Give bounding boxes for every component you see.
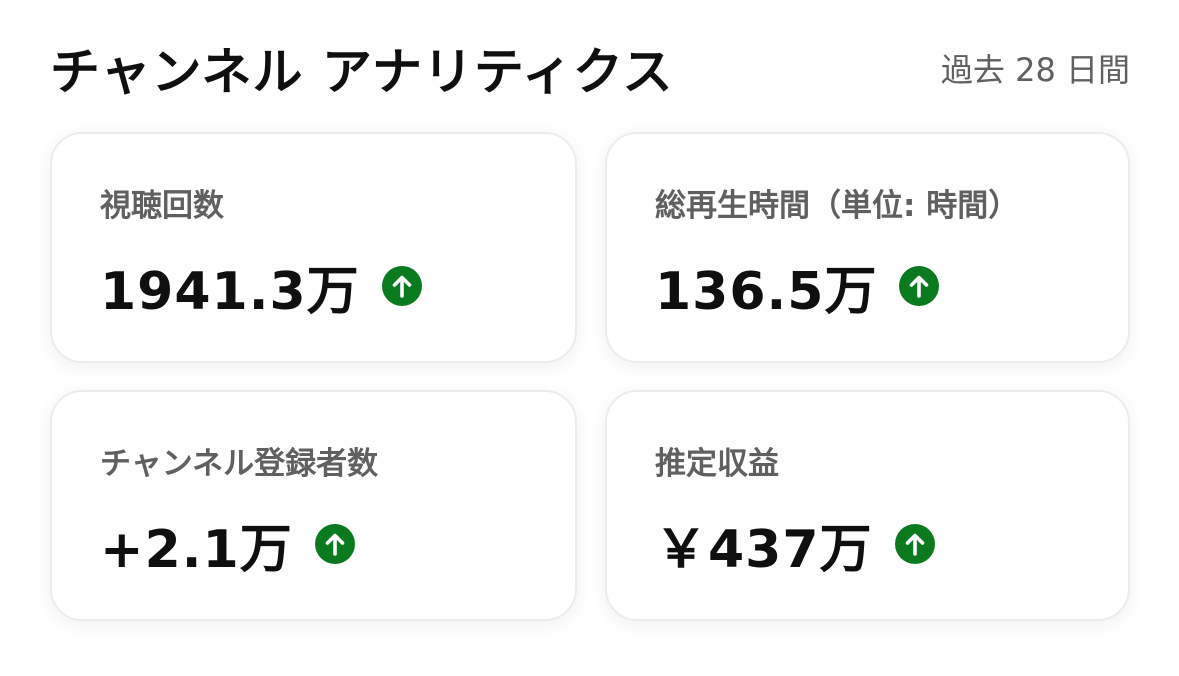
metrics-grid: 視聴回数 1941.3万 総再生時間（単位: 時間） 136.5万 チャンネル登…: [50, 132, 1130, 621]
metric-value-row: ￥437万: [655, 514, 1080, 580]
arrow-up-circle-icon: [899, 266, 940, 306]
metric-value: ￥437万: [655, 519, 873, 580]
metric-card-watch-time[interactable]: 総再生時間（単位: 時間） 136.5万: [605, 132, 1130, 363]
metric-value: +2.1万: [100, 519, 293, 580]
metric-card-views[interactable]: 視聴回数 1941.3万: [50, 132, 577, 363]
metric-value-row: 1941.3万: [100, 256, 527, 322]
metric-value: 1941.3万: [100, 261, 360, 322]
metric-value-row: 136.5万: [655, 256, 1080, 322]
metric-label: チャンネル登録者数: [100, 446, 379, 482]
metric-label: 推定収益: [655, 446, 779, 482]
metric-card-revenue[interactable]: 推定収益 ￥437万: [605, 390, 1130, 621]
arrow-up-circle-icon: [314, 524, 355, 564]
metric-label: 総再生時間（単位: 時間）: [655, 188, 1020, 224]
metric-label: 視聴回数: [100, 188, 224, 224]
arrow-up-circle-icon: [381, 266, 422, 306]
page-title: チャンネル アナリティクス: [50, 43, 674, 101]
metric-value: 136.5万: [655, 261, 878, 322]
arrow-up-circle-icon: [894, 524, 935, 564]
analytics-header: チャンネル アナリティクス 過去 28 日間: [50, 36, 1130, 101]
period-selector[interactable]: 過去 28 日間: [941, 45, 1130, 91]
metric-value-row: +2.1万: [100, 514, 527, 580]
metric-card-subscribers[interactable]: チャンネル登録者数 +2.1万: [50, 390, 577, 621]
